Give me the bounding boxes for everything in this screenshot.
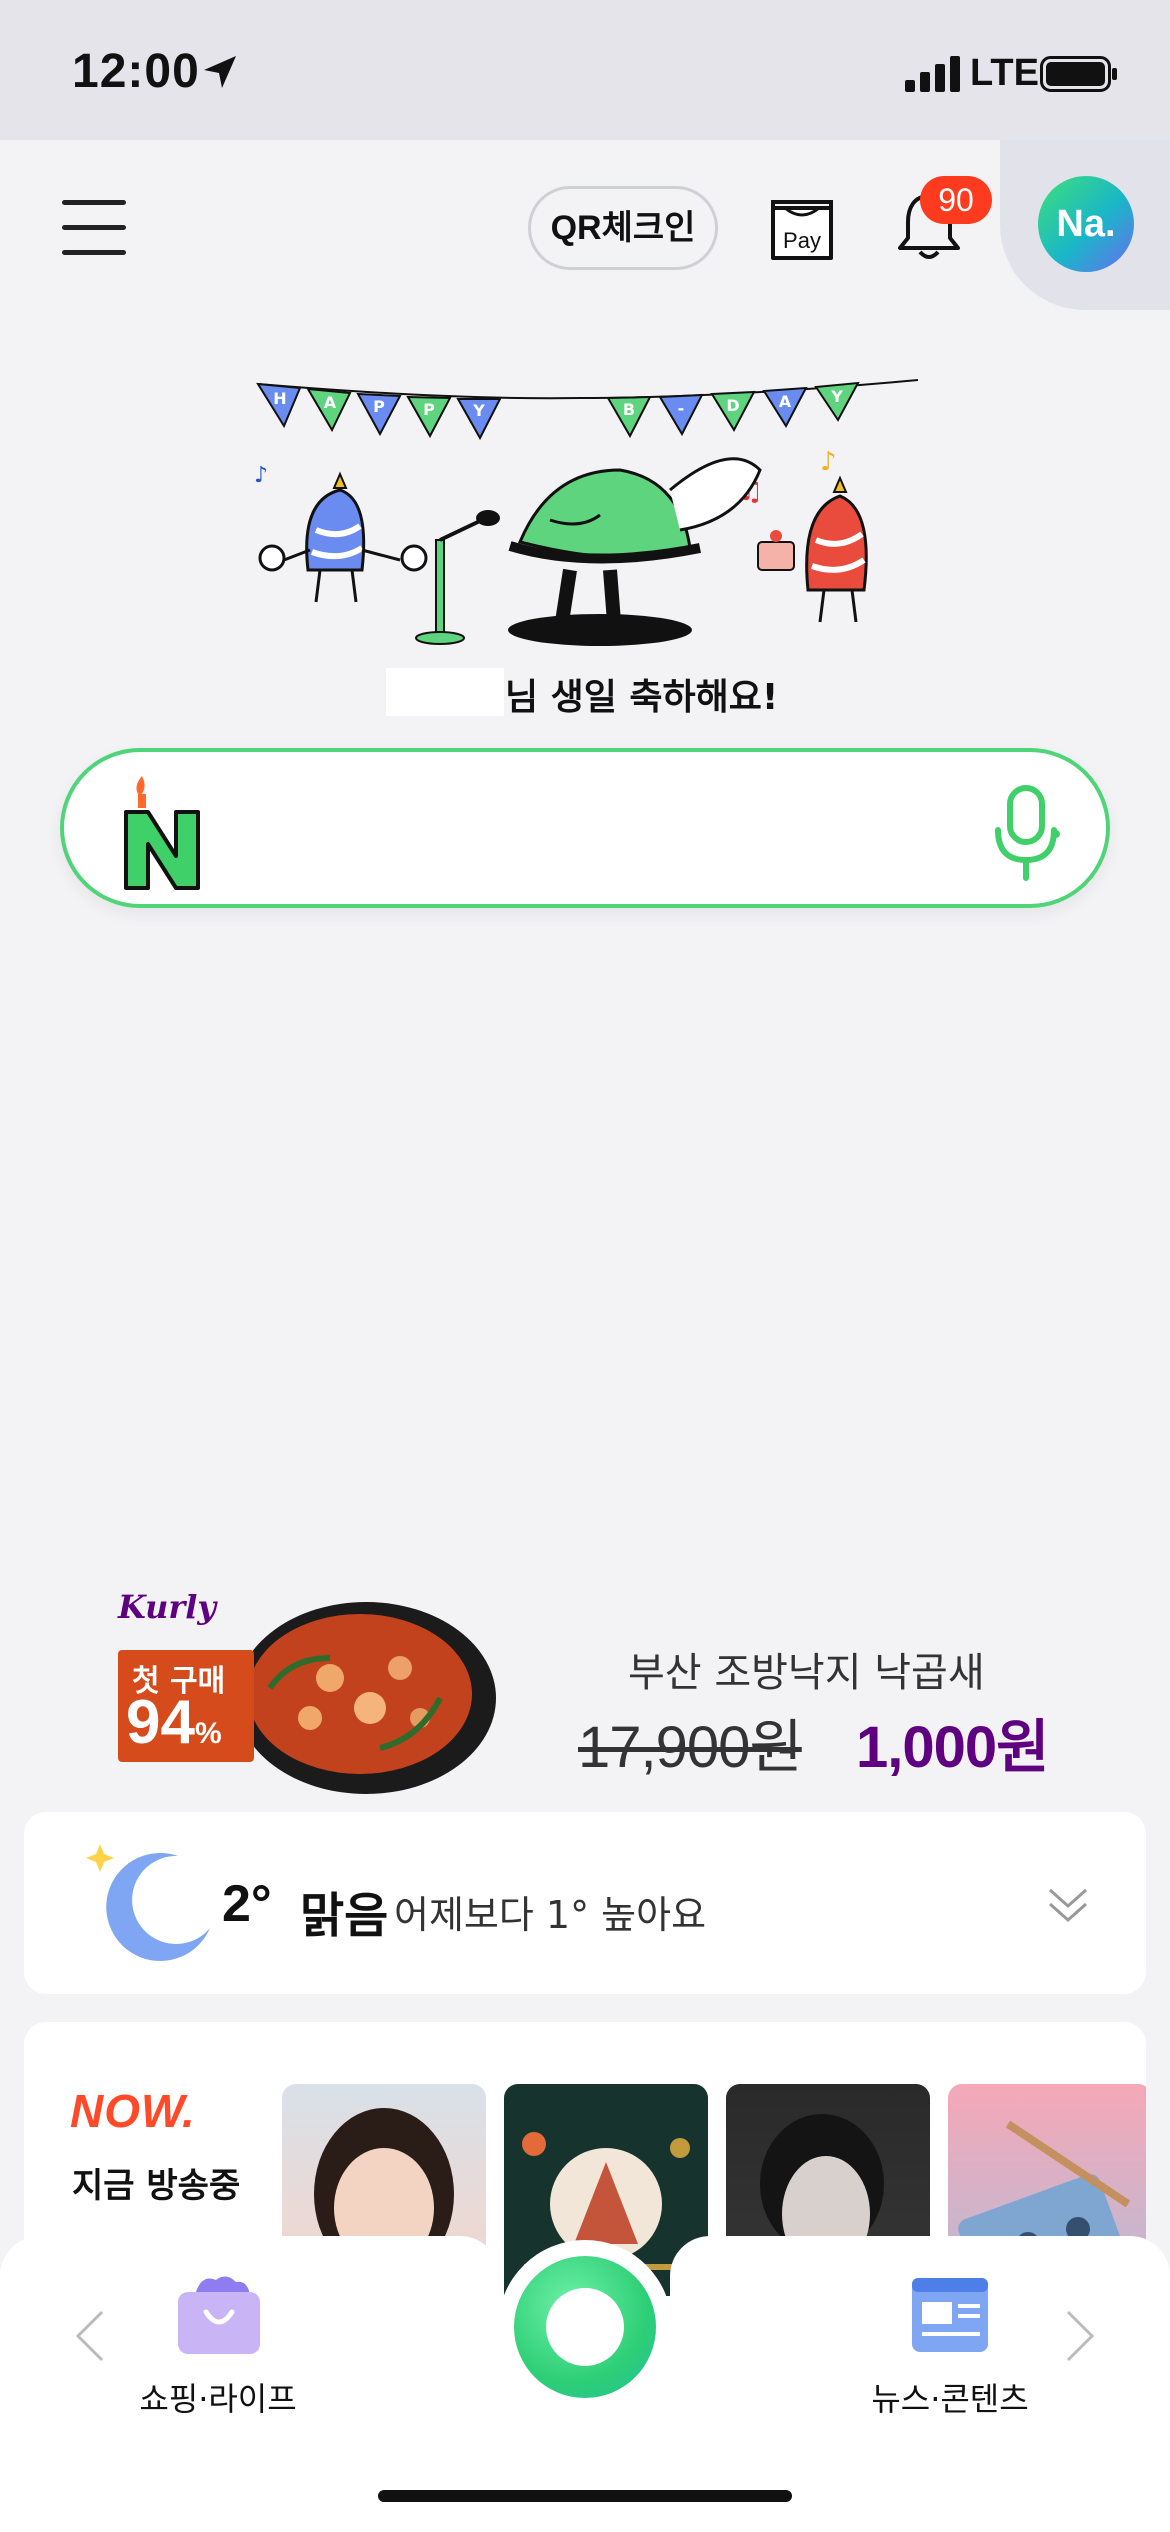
svg-text:D: D: [726, 396, 739, 415]
svg-text:Y: Y: [472, 401, 485, 420]
food-pan-image[interactable]: [230, 1598, 500, 1798]
svg-text:-: -: [678, 399, 685, 418]
svg-text:B: B: [623, 400, 635, 419]
news-content-tab[interactable]: 뉴스·콘텐츠: [850, 2374, 1050, 2420]
microphone-icon[interactable]: [990, 782, 1062, 882]
ad-sale-price[interactable]: 1,000원: [856, 1700, 1050, 1784]
banner-flag: A: [762, 386, 808, 429]
mic-stand: [415, 510, 500, 645]
redacted-name: [386, 668, 504, 716]
percent-sign: %: [194, 1717, 222, 1750]
first-purchase-badge: 첫 구매 94%: [118, 1650, 254, 1762]
badge-percent: 94%: [126, 1690, 222, 1767]
menu-line: [62, 200, 126, 205]
banner-flag: H: [256, 382, 302, 429]
weather-condition: 맑음: [300, 1888, 389, 1944]
blue-character: [258, 471, 428, 603]
music-note-icon: ♪: [254, 463, 268, 488]
svg-text:H: H: [273, 389, 286, 408]
chevron-right-icon[interactable]: [1060, 2306, 1100, 2366]
banner-flag: Y: [814, 381, 860, 422]
shopping-bag-icon[interactable]: [174, 2272, 264, 2356]
banner-flag: D: [710, 390, 756, 433]
menu-line: [62, 250, 126, 255]
birthday-illustration: H A P P Y B - D A Y ♪ ♫ ♪: [254, 379, 919, 646]
moon-icon: [86, 1844, 210, 1961]
qr-checkin-button[interactable]: QR체크인: [528, 186, 718, 270]
red-character: [757, 475, 868, 623]
ad-product-title[interactable]: 부산 조방낙지 낙곱새: [628, 1640, 985, 1698]
battery-icon: [1040, 56, 1117, 92]
banner-flag: -: [658, 393, 704, 437]
shopping-life-tab[interactable]: 쇼핑·라이프: [118, 2374, 318, 2420]
double-chevron-down-icon[interactable]: [1046, 1882, 1090, 1928]
avatar[interactable]: Na.: [1038, 176, 1134, 272]
music-note-icon: ♪: [820, 447, 837, 477]
cellular-signal-icon: [905, 56, 960, 92]
ad-original-price: 17,900원: [578, 1715, 803, 1780]
news-icon[interactable]: [908, 2272, 992, 2356]
green-dot-center: [546, 2288, 624, 2366]
naver-birthday-logo-icon[interactable]: [122, 772, 202, 892]
notification-count-badge: 90: [920, 176, 992, 224]
now-subtitle: 지금 방송중: [72, 2166, 241, 2206]
svg-text:P: P: [373, 397, 385, 416]
weather-temperature: 2°: [222, 1875, 272, 1933]
kurly-logo[interactable]: Kurly: [118, 1588, 216, 1626]
home-indicator[interactable]: [378, 2490, 792, 2502]
banner-flag: P: [406, 395, 452, 439]
svg-text:A: A: [324, 393, 337, 412]
search-input[interactable]: [60, 748, 1110, 908]
svg-text:A: A: [779, 392, 792, 411]
pay-label: Pay: [783, 228, 821, 253]
banner-flag: Y: [456, 398, 502, 441]
weather-card[interactable]: 2° 맑음 어제보다 1° 높아요: [24, 1812, 1146, 1994]
badge-value: 94: [126, 1688, 195, 1757]
birthday-message: 님 생일 축하해요!: [505, 677, 779, 718]
menu-button[interactable]: [62, 200, 126, 260]
network-label: LTE: [970, 52, 1039, 94]
svg-text:Y: Y: [830, 387, 843, 406]
now-logo[interactable]: NOW.: [70, 2084, 196, 2138]
banner-flag: P: [356, 392, 402, 437]
banner-flag: B: [606, 395, 652, 439]
green-character: [508, 457, 762, 646]
banner-flag: A: [306, 387, 352, 433]
status-bar: 12:00 LTE: [0, 0, 1170, 140]
chevron-left-icon[interactable]: [70, 2306, 110, 2366]
bottom-navigation: 쇼핑·라이프 뉴스·콘텐츠: [0, 2236, 1170, 2532]
location-arrow-icon: [204, 56, 236, 88]
svg-text:P: P: [423, 400, 435, 419]
pay-icon[interactable]: Pay: [765, 198, 839, 264]
status-time: 12:00: [72, 45, 200, 98]
menu-line: [62, 225, 126, 230]
weather-comparison: 어제보다 1° 높아요: [394, 1893, 707, 1937]
